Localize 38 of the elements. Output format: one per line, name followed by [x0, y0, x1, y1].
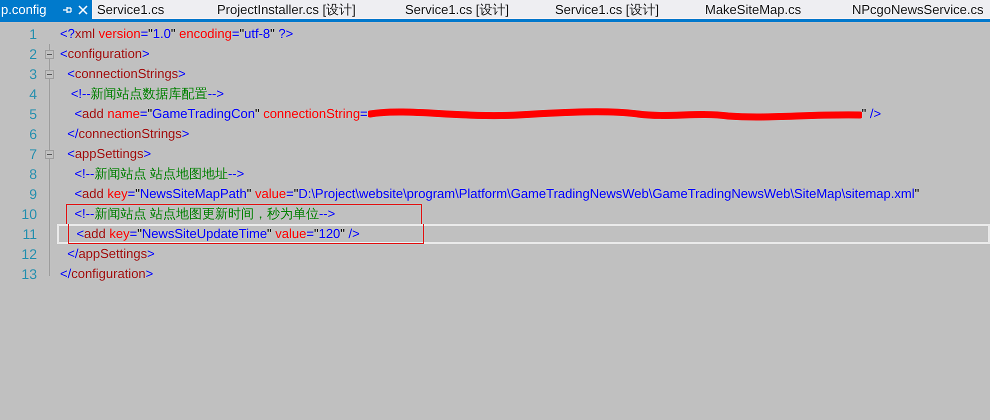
- file-tab[interactable]: Service1.cs [设计]: [405, 0, 555, 19]
- file-tab[interactable]: Service1.cs: [97, 0, 217, 19]
- code-text: </appSettings>: [66, 245, 156, 264]
- file-tab[interactable]: ProjectInstaller.cs [设计]: [217, 0, 405, 19]
- file-tab[interactable]: Service1.cs [设计]: [555, 0, 705, 19]
- line-number: 7: [28, 144, 37, 164]
- line-number: 1: [28, 24, 37, 44]
- line-number: 3: [28, 64, 37, 84]
- code-text: <add name="GameTradingCon" connectionString= " />: [73, 105, 882, 124]
- code-text: <!--新闻站点 站点地图更新时间，秒为单位-->: [57, 204, 990, 224]
- pin-icon[interactable]: [62, 4, 72, 14]
- collapse-icon[interactable]: [45, 70, 54, 78]
- file-tab[interactable]: MakeSiteMap.cs: [705, 0, 852, 19]
- line-number: 9: [28, 184, 37, 204]
- line-number: 4: [28, 84, 37, 104]
- line-number: 2: [28, 44, 37, 64]
- code-text: <configuration>: [59, 45, 151, 64]
- line-number: 12: [20, 244, 37, 264]
- line-number: 6: [28, 124, 37, 144]
- file-tab[interactable]: p.config: [0, 0, 92, 19]
- code-text: <add key="NewsSiteMapPath" value="D:\Project\website\program\Platform\GameTradingNewsWeb\GameTradingNewsWeb\SiteMap\sitemap.xml": [73, 185, 920, 204]
- close-icon[interactable]: [78, 4, 88, 14]
- code-text: <!--新闻站点 站点地图地址-->: [73, 165, 246, 184]
- collapse-icon[interactable]: [45, 50, 54, 58]
- code-text: </connectionStrings>: [66, 125, 190, 144]
- line-number: 10: [20, 204, 37, 224]
- line-number: 11: [21, 224, 37, 244]
- code-text: <add key="NewsSiteUpdateTime" value="120" />: [57, 224, 990, 244]
- code-text: <connectionStrings>: [66, 65, 187, 84]
- file-tab[interactable]: NPcgoNewsService.cs: [852, 0, 990, 19]
- code-text: <?xml version="1.0" encoding="utf-8" ?>: [59, 25, 294, 44]
- line-number: 8: [28, 164, 37, 184]
- code-text: <!--新闻站点数据库配置-->: [70, 85, 225, 104]
- collapse-icon[interactable]: [45, 150, 54, 158]
- line-number: 13: [20, 264, 37, 284]
- code-text: <appSettings>: [66, 145, 152, 164]
- code-text: </configuration>: [59, 265, 154, 284]
- line-number: 5: [28, 104, 37, 124]
